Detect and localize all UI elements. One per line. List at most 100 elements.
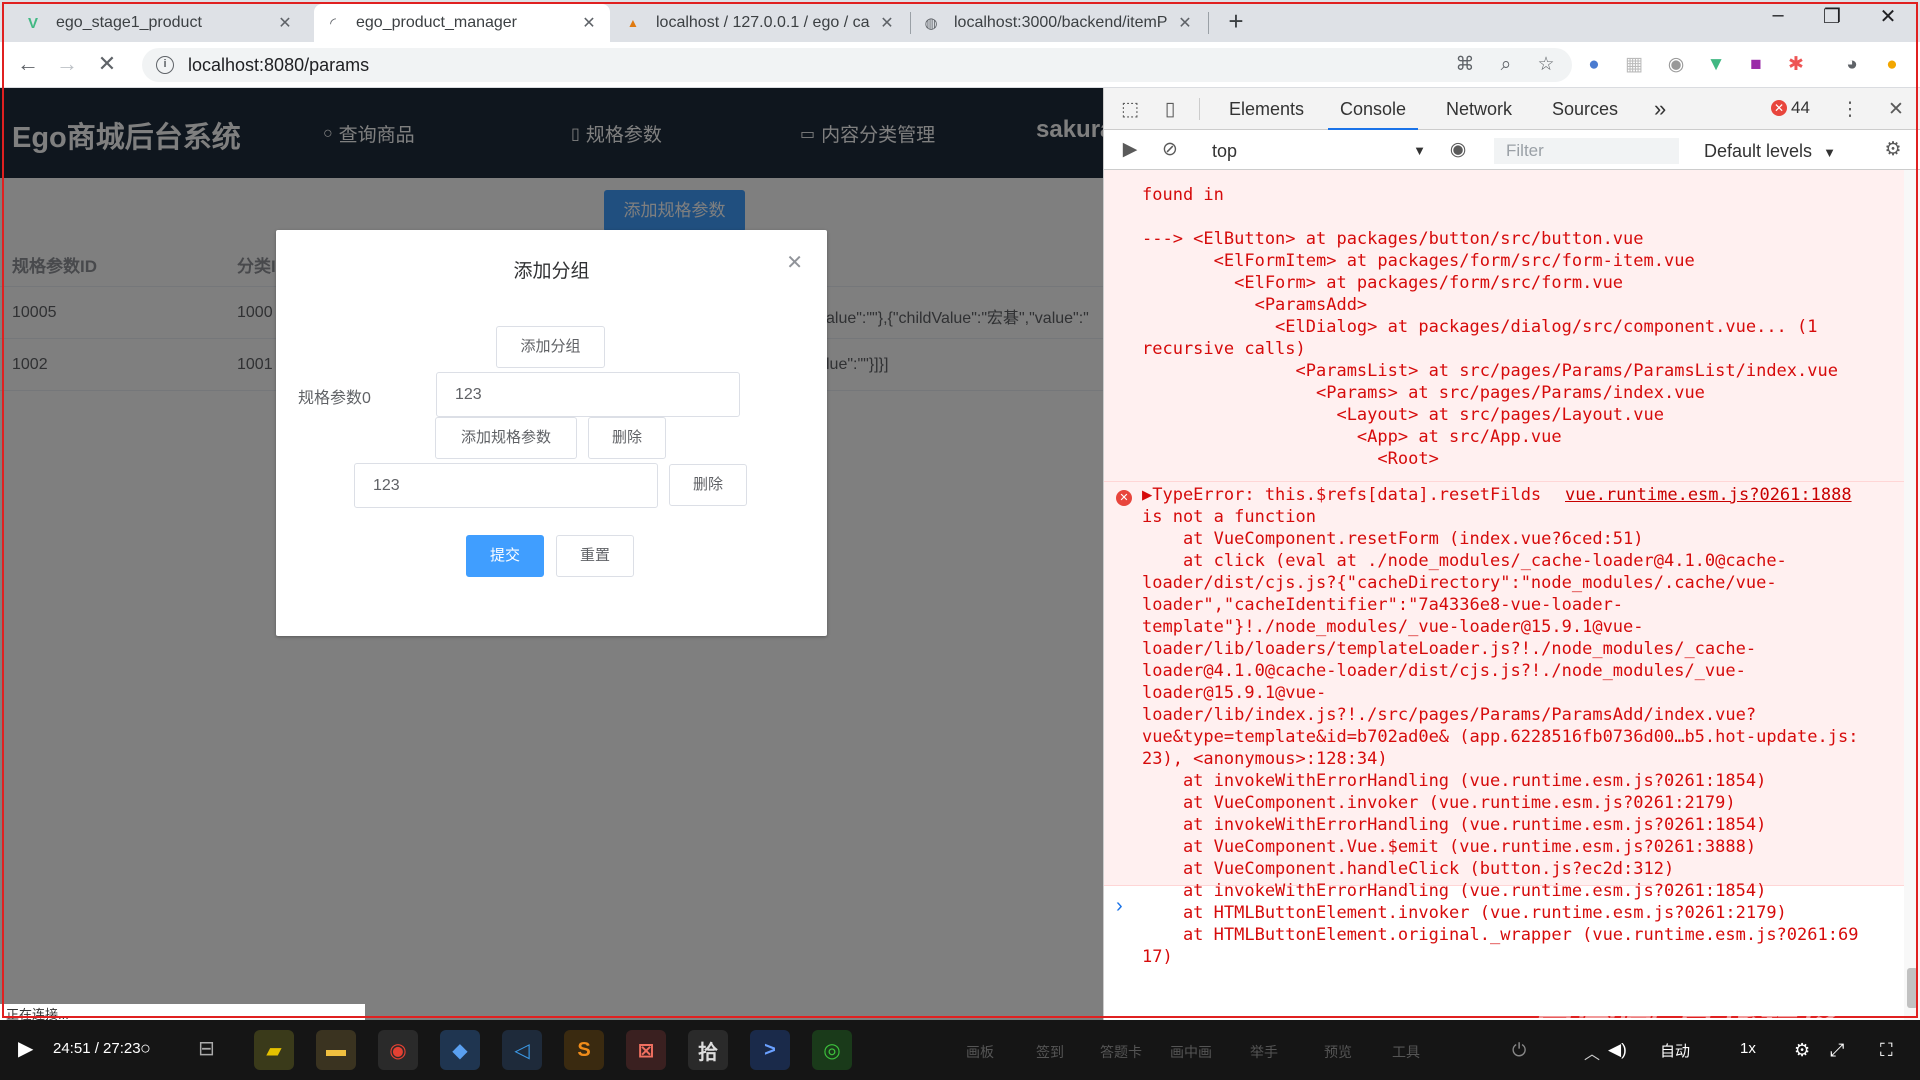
app-icon[interactable]: ◆ xyxy=(440,1030,480,1070)
close-window-icon[interactable]: ✕ xyxy=(1868,4,1908,29)
xmind-icon[interactable]: ⊠ xyxy=(626,1030,666,1070)
console-line: loader","cacheIdentifier":"7a4336e8-vue-… xyxy=(1142,595,1624,615)
console-scrollbar[interactable] xyxy=(1904,170,1920,1020)
fit-screen-icon[interactable]: ⤢ xyxy=(1830,1040,1844,1061)
browser-tab[interactable]: V ego_stage1_product ✕ xyxy=(14,4,306,42)
forward-icon[interactable]: → xyxy=(53,50,81,78)
console-output: found in ---> <ElButton> at packages/but… xyxy=(1104,170,1904,1020)
vscode-icon[interactable]: ◁ xyxy=(502,1030,542,1070)
more-tabs-icon[interactable]: » xyxy=(1642,88,1678,130)
context-value: top xyxy=(1212,141,1238,161)
extension-icon[interactable]: ▦ xyxy=(1622,53,1646,77)
site-info-icon[interactable]: i xyxy=(156,56,174,74)
restore-icon[interactable]: ❐ xyxy=(1812,4,1852,29)
sticky-notes-icon[interactable]: ▰ xyxy=(254,1030,294,1070)
device-toolbar-icon[interactable]: ▯ xyxy=(1157,97,1183,123)
vue-logo-icon: V xyxy=(27,14,38,32)
player-control[interactable]: 工具 xyxy=(1392,1042,1420,1062)
clear-console-icon[interactable]: ⊘ xyxy=(1157,137,1183,163)
fullscreen-icon[interactable]: ⛶ xyxy=(1880,1040,1893,1061)
player-control[interactable]: 预览 xyxy=(1324,1042,1352,1062)
submit-button[interactable]: 提交 xyxy=(466,535,544,577)
scrollbar-thumb[interactable] xyxy=(1907,968,1918,1008)
error-count-badge[interactable]: ✕ 44 xyxy=(1771,98,1810,118)
inspect-element-icon[interactable]: ⬚ xyxy=(1117,97,1143,123)
tab-sources[interactable]: Sources xyxy=(1540,88,1630,130)
tab-console[interactable]: Console xyxy=(1328,88,1419,130)
chrome-icon[interactable]: ◉ xyxy=(378,1030,418,1070)
tab-separator xyxy=(1208,12,1209,34)
taskview-icon[interactable]: ⊟ xyxy=(198,1036,215,1061)
profile-avatar-icon[interactable]: ◕ xyxy=(1840,53,1864,77)
update-alert-icon[interactable]: ● xyxy=(1880,53,1904,77)
sub-param-input[interactable]: 123 xyxy=(354,463,658,508)
play-icon[interactable]: ▶ xyxy=(18,1036,33,1061)
browser-tab[interactable]: ▲ localhost / 127.0.0.1 / ego / ca ✕ xyxy=(614,4,908,42)
extension-icon[interactable]: ■ xyxy=(1744,53,1768,77)
status-bubble: 正在连接... xyxy=(0,1004,365,1020)
app-icon[interactable]: 拾 xyxy=(688,1030,728,1070)
vue-devtools-icon[interactable]: ▼ xyxy=(1704,53,1728,77)
close-tab-icon[interactable]: ✕ xyxy=(578,13,600,33)
browser-tab[interactable]: ◍ localhost:3000/backend/itemP ✕ xyxy=(912,4,1206,42)
add-param-button[interactable]: 添加规格参数 xyxy=(435,417,577,459)
speed-select[interactable]: 1x xyxy=(1740,1040,1756,1057)
file-explorer-icon[interactable]: ▬ xyxy=(316,1030,356,1070)
console-line: at VueComponent.invoker (vue.runtime.esm… xyxy=(1142,793,1736,813)
close-tab-icon[interactable]: ✕ xyxy=(274,13,296,33)
translate-icon[interactable]: ⌘ xyxy=(1453,53,1477,77)
gear-icon[interactable]: ⚙ xyxy=(1794,1040,1810,1061)
tab-elements[interactable]: Elements xyxy=(1217,88,1316,130)
close-tab-icon[interactable]: ✕ xyxy=(876,13,898,33)
console-line: at HTMLButtonElement.invoker (vue.runtim… xyxy=(1142,903,1787,923)
zoom-icon[interactable]: ⌕ xyxy=(1494,53,1518,77)
tab-label: localhost:3000/backend/itemP xyxy=(954,14,1168,31)
player-control[interactable]: 举手 xyxy=(1250,1042,1278,1062)
extension-icon[interactable]: ✱ xyxy=(1784,53,1808,77)
wechat-icon[interactable]: ◎ xyxy=(812,1030,852,1070)
source-link-text[interactable]: vue.runtime.esm.js?0261:1888 xyxy=(1565,485,1852,505)
volume-icon[interactable]: ◀) xyxy=(1608,1040,1627,1060)
add-group-button[interactable]: 添加分组 xyxy=(496,326,605,368)
player-control[interactable]: 画板 xyxy=(966,1042,994,1062)
powershell-icon[interactable]: > xyxy=(750,1030,790,1070)
sub-delete-button[interactable]: 删除 xyxy=(669,464,747,506)
delete-button[interactable]: 删除 xyxy=(588,417,666,459)
bookmark-star-icon[interactable]: ☆ xyxy=(1534,53,1558,77)
error-source-link[interactable]: vue.runtime.esm.js?0261:1888 xyxy=(1565,484,1852,506)
reset-button[interactable]: 重置 xyxy=(556,535,634,577)
error-heading[interactable]: ▶TypeError: this.$refs[data].resetFilds xyxy=(1142,484,1541,506)
eye-icon[interactable]: ◉ xyxy=(1445,137,1471,163)
chevron-down-icon: ▼ xyxy=(1413,143,1426,158)
filter-input[interactable]: Filter xyxy=(1494,138,1679,164)
close-devtools-icon[interactable]: ✕ xyxy=(1883,97,1909,123)
kebab-menu-icon[interactable]: ⋮ xyxy=(1837,97,1863,123)
tab-network[interactable]: Network xyxy=(1434,88,1524,130)
stop-loading-icon[interactable]: ✕ xyxy=(93,50,121,78)
player-control[interactable]: 签到 xyxy=(1036,1042,1064,1062)
extension-icon[interactable]: ◉ xyxy=(1664,53,1688,77)
close-tab-icon[interactable]: ✕ xyxy=(1174,13,1196,33)
sublime-icon[interactable]: S xyxy=(564,1030,604,1070)
player-control[interactable]: 答题卡 xyxy=(1100,1042,1142,1062)
chevron-up-icon[interactable]: ︿ xyxy=(1584,1040,1600,1064)
console-prompt[interactable]: › xyxy=(1116,895,1123,918)
back-icon[interactable]: ← xyxy=(14,50,42,78)
minimize-icon[interactable]: – xyxy=(1758,4,1798,27)
sidebar-toggle-icon[interactable]: ▶ xyxy=(1117,137,1143,163)
browser-tab-active[interactable]: ◜ ego_product_manager ✕ xyxy=(314,4,610,42)
log-levels-select[interactable]: Default levels ▼ xyxy=(1704,138,1836,166)
power-icon[interactable]: ⏻ xyxy=(1512,1040,1526,1061)
gear-icon[interactable]: ⚙ xyxy=(1880,137,1906,163)
loop-icon[interactable]: ○ xyxy=(140,1038,151,1059)
param-input[interactable]: 123 xyxy=(436,372,740,417)
quality-select[interactable]: 自动 xyxy=(1660,1040,1690,1061)
new-tab-icon[interactable]: + xyxy=(1221,6,1251,37)
close-icon[interactable]: ✕ xyxy=(786,250,803,275)
address-bar[interactable]: i localhost:8080/params xyxy=(142,48,1572,82)
loading-spinner-icon: ◜ xyxy=(330,15,336,32)
player-control[interactable]: 画中画 xyxy=(1170,1042,1212,1062)
extension-icon[interactable]: ● xyxy=(1582,53,1606,77)
console-line: template"}!./node_modules/_vue-loader@15… xyxy=(1142,617,1644,637)
context-select[interactable]: top ▼ xyxy=(1212,138,1426,164)
